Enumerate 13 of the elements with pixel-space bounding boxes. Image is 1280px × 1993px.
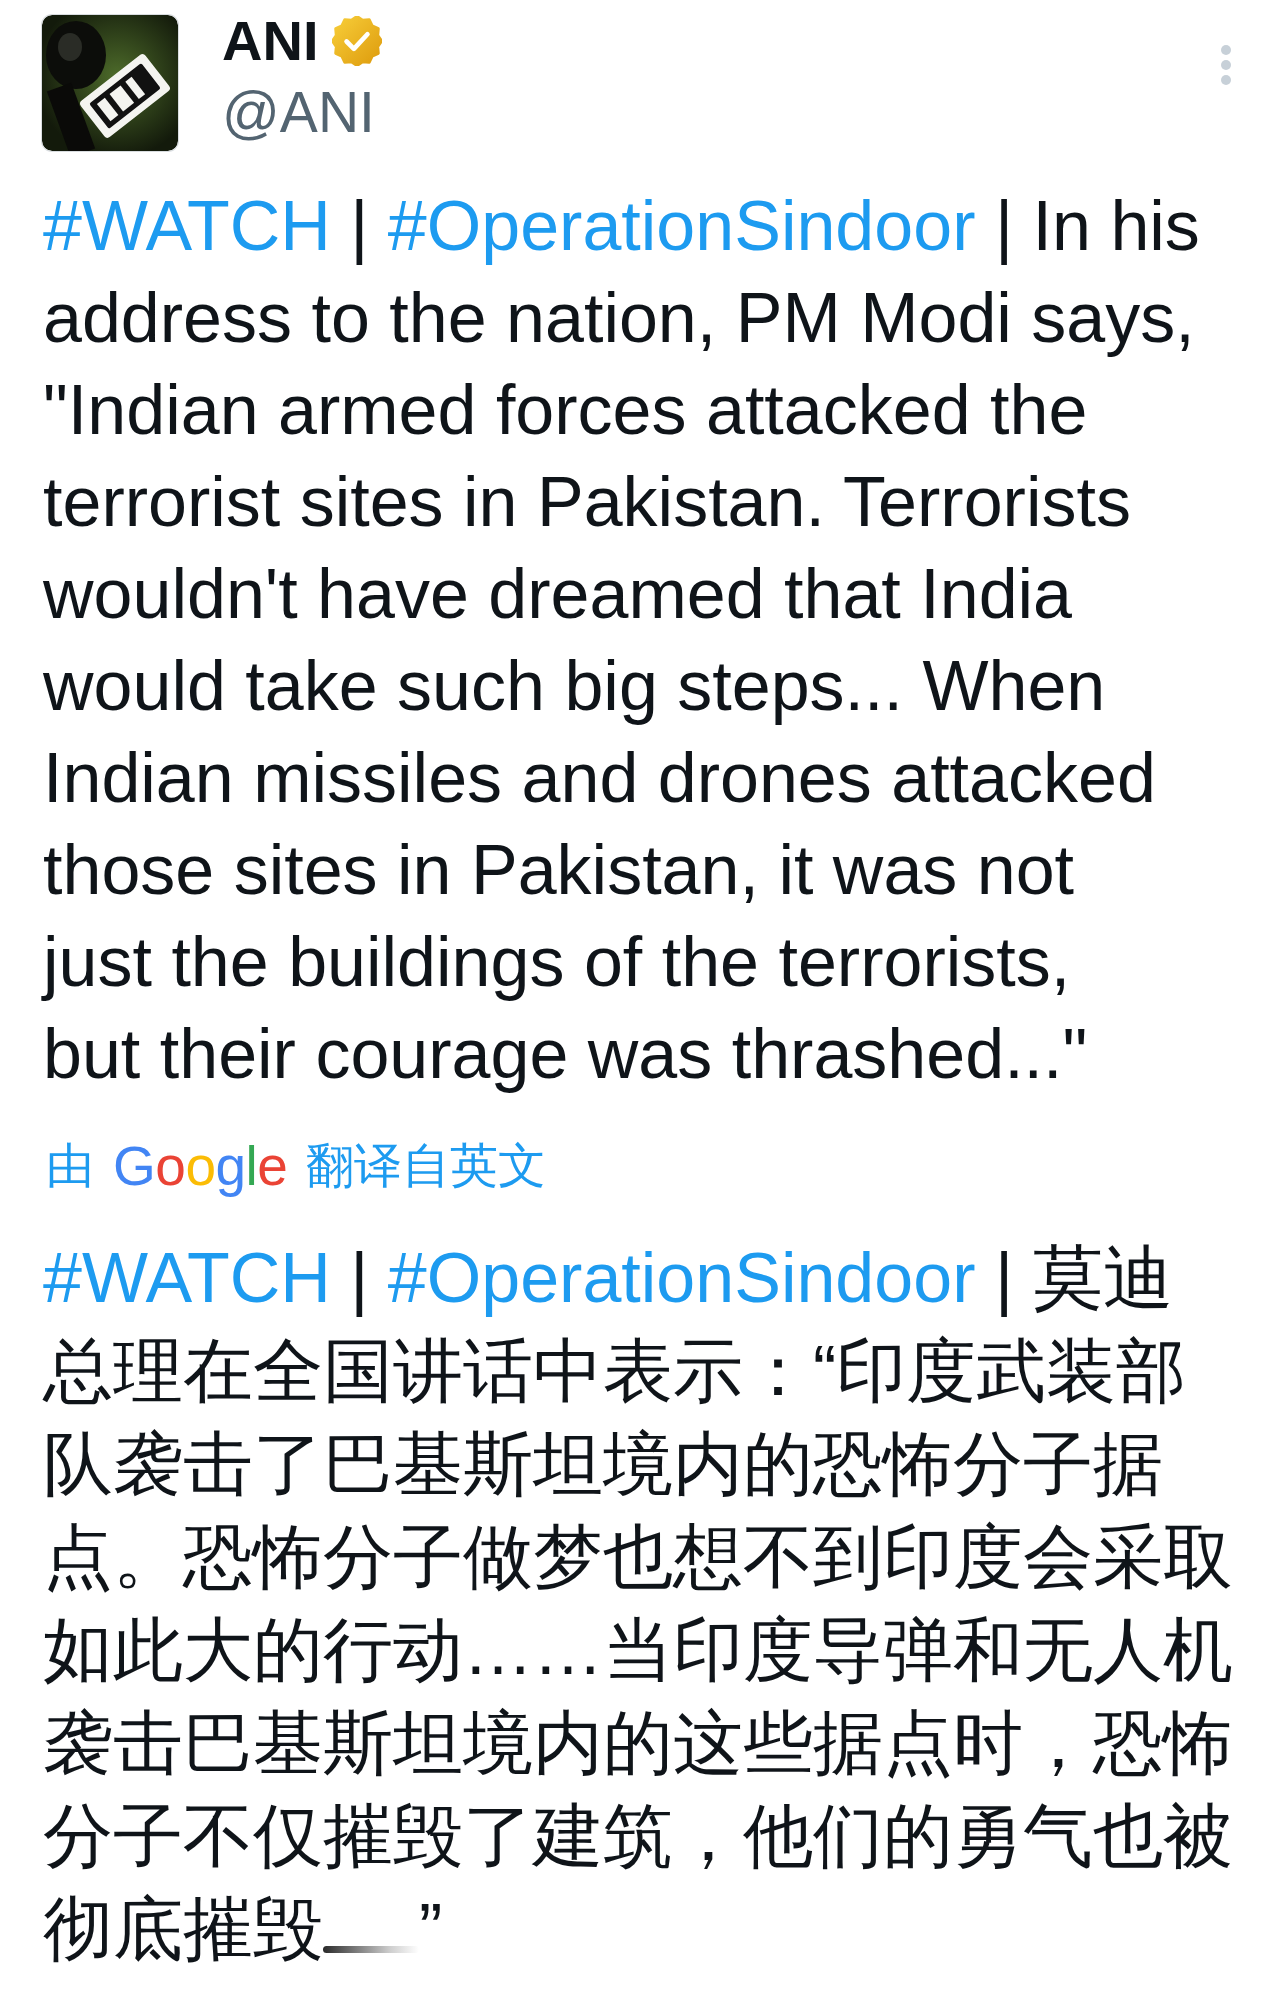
user-handle[interactable]: @ANI [222, 80, 383, 144]
google-logo: Google [113, 1135, 288, 1197]
translation-prefix: 由 [46, 1138, 94, 1194]
translated-tweet-text: #WATCH | #OperationSindoor | 莫迪 总理在全国讲话中表示：“印度武装部 队袭击了巴基斯坦境内的恐怖分子据 点。恐怖分子做梦也想不到印度会采取 如此大的行动……当印度导弹和无人机 袭击巴基斯坦境内的这些据点时，恐怖 分子不仅摧毁了建筑，他们的勇气也被 彻底摧毁 ” [41, 1238, 1233, 1970]
hashtag-link[interactable]: #WATCH [43, 187, 331, 265]
translation-suffix: 翻译自英文 [306, 1138, 547, 1194]
avatar-drawing[interactable] [42, 15, 178, 151]
display-name[interactable]: ANI [222, 10, 319, 72]
hashtag-link[interactable]: #OperationSindoor [387, 1239, 976, 1317]
tweet-text: #WATCH | #OperationSindoor | In his address to the nation, PM Modi says, "Indian armed forces attacked the terrorist sites in Pakistan. Terrorists wouldn't have dreamed that India would take such big steps... When Indian missiles and drones attacked those sites in Pakistan, it was not just the buildings of the terrorists, but their courage was thrashed..." [40, 186, 1200, 1095]
more-icon [1220, 44, 1232, 86]
hashtag-link[interactable]: #OperationSindoor [387, 187, 976, 265]
hashtag-link[interactable]: #WATCH [43, 1239, 331, 1317]
